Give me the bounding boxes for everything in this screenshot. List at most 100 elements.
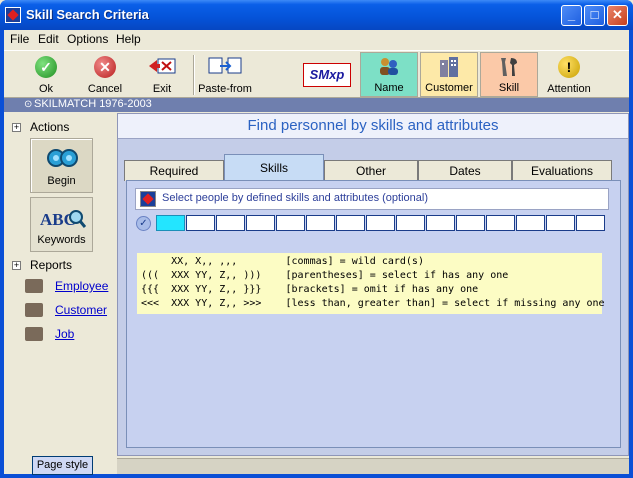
checkmark-icon: ✓ xyxy=(35,56,57,78)
people-icon xyxy=(377,56,401,81)
skill-slot[interactable] xyxy=(546,215,575,231)
actions-title: Actions xyxy=(30,120,70,134)
main-panel: Find personnel by skills and attributes … xyxy=(117,113,629,456)
sidebar: + Actions Begin ABC Keywords + Reports E… xyxy=(4,113,116,475)
skill-slot[interactable] xyxy=(186,215,215,231)
skill-slot[interactable] xyxy=(516,215,545,231)
page-style-button[interactable]: Page style xyxy=(32,456,93,475)
title-bar: Skill Search Criteria _ □ ✕ xyxy=(0,0,633,30)
copyright-bar: ⊙ SKILMATCH 1976-2003 xyxy=(4,98,629,112)
exit-icon xyxy=(149,58,176,74)
skill-slot[interactable] xyxy=(336,215,365,231)
keywords-icon: ABC xyxy=(40,210,86,229)
begin-button[interactable]: Begin xyxy=(30,138,93,193)
skill-slot[interactable] xyxy=(366,215,395,231)
customer-label: Customer xyxy=(425,82,473,94)
menu-options[interactable]: Options xyxy=(67,32,108,46)
attention-label: Attention xyxy=(547,83,591,95)
paste-from-icon xyxy=(208,57,242,74)
app-window: Skill Search Criteria _ □ ✕ File Edit Op… xyxy=(0,0,633,478)
printer-icon xyxy=(25,279,43,293)
name-button[interactable]: Name xyxy=(360,52,418,97)
customer-button[interactable]: Customer xyxy=(420,52,478,97)
tools-report-icon xyxy=(25,327,43,341)
reports-section[interactable]: + Reports xyxy=(12,258,72,272)
cancel-x-icon: ✕ xyxy=(94,56,116,78)
main-header: Find personnel by skills and attributes xyxy=(118,114,628,139)
name-label: Name xyxy=(374,82,404,94)
skill-slot[interactable] xyxy=(246,215,275,231)
skill-slot[interactable] xyxy=(426,215,455,231)
skill-slot[interactable] xyxy=(456,215,485,231)
dropdown-check-icon[interactable]: ✓ xyxy=(136,216,151,231)
cancel-label: Cancel xyxy=(87,83,123,95)
report-job-label: Job xyxy=(55,327,75,341)
report-customer-label: Customer xyxy=(55,303,108,317)
tab-strip: Required Skills Other Dates Evaluations xyxy=(124,154,624,181)
skill-slot[interactable] xyxy=(576,215,605,231)
skill-slot[interactable] xyxy=(276,215,305,231)
binoculars-icon xyxy=(46,149,78,167)
smxp-logo: SMxp xyxy=(303,63,351,87)
paste-from-button[interactable]: Paste-from xyxy=(197,53,253,97)
copyright-text: SKILMATCH 1976-2003 xyxy=(34,98,152,110)
syntax-cheatsheet: XX, X,, ,,, [commas] = wild card(s) ((( X… xyxy=(137,253,605,314)
exit-button[interactable]: Exit xyxy=(140,53,184,97)
instruction-text: Select people by defined skills and attr… xyxy=(162,192,428,204)
tools-icon xyxy=(497,56,521,83)
exit-label: Exit xyxy=(152,83,172,95)
tab-dates[interactable]: Dates xyxy=(418,160,512,181)
ok-button[interactable]: ✓ Ok xyxy=(22,53,70,97)
keywords-label: Keywords xyxy=(37,234,86,246)
cheatsheet-line: ((( XXX YY, Z,, ))) [parentheses] = sele… xyxy=(141,270,509,281)
cancel-button[interactable]: ✕ Cancel xyxy=(80,53,130,97)
report-customer-link[interactable]: Customer xyxy=(25,303,107,317)
skills-tab-panel: Select people by defined skills and attr… xyxy=(126,180,621,448)
close-button[interactable]: ✕ xyxy=(607,5,628,26)
actions-section[interactable]: + Actions xyxy=(12,120,69,134)
client-area: File Edit Options Help ✓ Ok ✕ Cancel Exi xyxy=(4,30,629,475)
page-title: Find personnel by skills and attributes xyxy=(247,117,499,134)
report-job-link[interactable]: Job xyxy=(25,327,74,341)
skill-slot[interactable] xyxy=(396,215,425,231)
expand-icon: + xyxy=(12,122,21,132)
skill-slot[interactable] xyxy=(306,215,335,231)
tab-required[interactable]: Required xyxy=(124,160,224,181)
cheatsheet-line: XX, X,, ,,, [commas] = wild card(s) xyxy=(141,256,424,267)
app-icon xyxy=(140,191,156,207)
printer-icon xyxy=(25,303,43,317)
menu-help[interactable]: Help xyxy=(116,32,141,46)
reports-title: Reports xyxy=(30,258,73,272)
maximize-button[interactable]: □ xyxy=(584,5,605,26)
cheatsheet-line: <<< XXX YY, Z,, >>> [less than, greater … xyxy=(141,298,605,309)
tab-evaluations[interactable]: Evaluations xyxy=(512,160,612,181)
toolbar-separator xyxy=(193,55,195,95)
app-icon xyxy=(5,7,21,23)
ok-label: Ok xyxy=(38,83,54,95)
skill-slot[interactable] xyxy=(156,215,185,231)
tab-skills[interactable]: Skills xyxy=(224,154,324,181)
skill-label: Skill xyxy=(498,82,520,94)
begin-label: Begin xyxy=(47,175,76,187)
menu-bar: File Edit Options Help xyxy=(4,30,629,49)
skill-slot[interactable] xyxy=(486,215,515,231)
attention-button[interactable]: ! Attention xyxy=(544,53,594,97)
skill-button[interactable]: Skill xyxy=(480,52,538,97)
window-title: Skill Search Criteria xyxy=(26,7,149,22)
keywords-button[interactable]: ABC Keywords xyxy=(30,197,93,252)
paste-from-label: Paste-from xyxy=(198,83,252,95)
report-employee-label: Employee xyxy=(55,279,109,293)
skill-slot[interactable] xyxy=(216,215,245,231)
menu-edit[interactable]: Edit xyxy=(38,32,59,46)
building-icon xyxy=(437,56,461,83)
expand-icon: + xyxy=(12,260,21,270)
tab-other[interactable]: Other xyxy=(324,160,418,181)
minimize-button[interactable]: _ xyxy=(561,5,582,26)
copyright-icon: ⊙ xyxy=(24,99,33,110)
status-bar xyxy=(117,458,629,474)
menu-file[interactable]: File xyxy=(10,32,29,46)
toolbar: ✓ Ok ✕ Cancel Exit Paste-from SMxp Name … xyxy=(4,50,629,98)
report-employee-link[interactable]: Employee xyxy=(25,279,108,293)
instruction-box: Select people by defined skills and attr… xyxy=(135,188,609,210)
attention-icon: ! xyxy=(558,56,580,78)
